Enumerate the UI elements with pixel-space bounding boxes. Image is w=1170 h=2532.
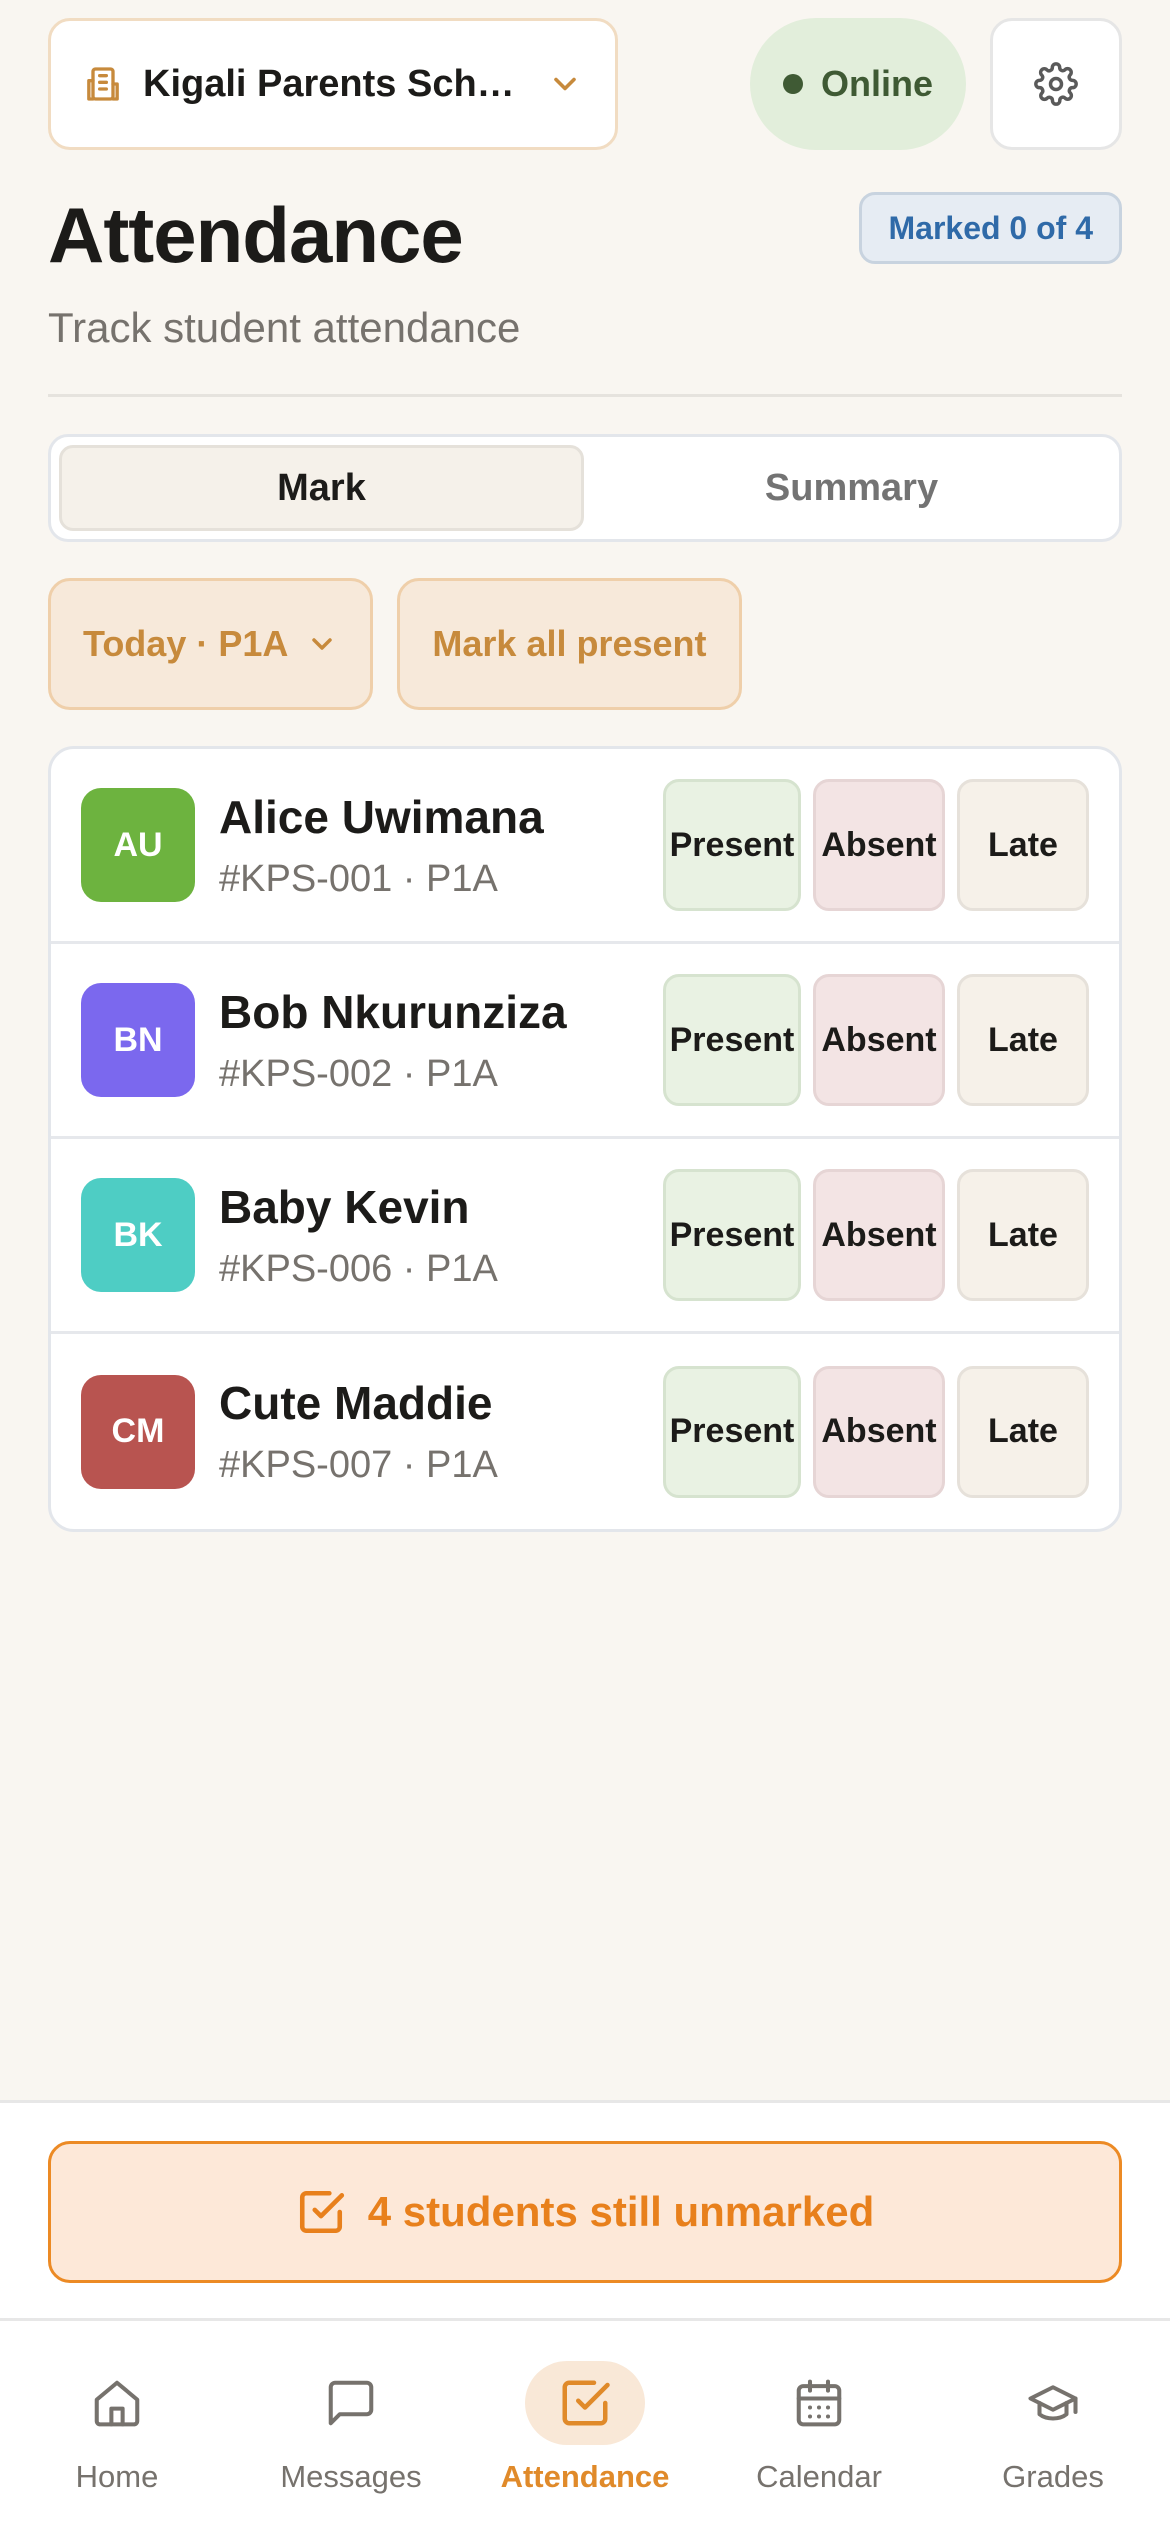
checkbox-icon: [296, 2187, 346, 2237]
school-selector[interactable]: Kigali Parents Sch…: [48, 18, 618, 150]
student-info: Bob Nkurunziza #KPS-002 · P1A: [219, 985, 663, 1096]
absent-button[interactable]: Absent: [813, 974, 945, 1106]
student-name: Cute Maddie: [219, 1377, 493, 1429]
nav-item-home[interactable]: Home: [0, 2321, 234, 2532]
nav-label: Attendance: [500, 2459, 670, 2494]
bottom-nav: Home Messages Attendance Calendar Grades: [0, 2318, 1170, 2532]
status-buttons: Present Absent Late: [663, 779, 1089, 911]
nav-item-attendance[interactable]: Attendance: [468, 2321, 702, 2532]
mark-all-present-button[interactable]: Mark all present: [397, 578, 742, 710]
student-row: BK Baby Kevin #KPS-006 · P1A Present Abs…: [51, 1139, 1119, 1334]
late-button[interactable]: Late: [957, 779, 1089, 911]
late-button[interactable]: Late: [957, 1365, 1089, 1498]
filter-row: Today · P1A Mark all present: [48, 578, 742, 710]
gear-icon: [1034, 62, 1078, 106]
nav-item-messages[interactable]: Messages: [234, 2321, 468, 2532]
mode-tabs: Mark Summary: [48, 434, 1122, 542]
home-icon: [90, 2361, 144, 2445]
page-subtitle: Track student attendance: [48, 304, 521, 351]
status-buttons: Present Absent Late: [663, 974, 1089, 1106]
date-class-selector[interactable]: Today · P1A: [48, 578, 374, 710]
unmarked-text: 4 students still unmarked: [367, 2188, 875, 2235]
student-id-class: #KPS-002 · P1A: [219, 1052, 498, 1095]
student-row: CM Cute Maddie #KPS-007 · P1A Present Ab…: [51, 1334, 1119, 1529]
online-status-badge: Online: [750, 18, 966, 150]
tab-mark[interactable]: Mark: [59, 445, 584, 531]
calendar-icon: [792, 2361, 846, 2445]
bottom-action-area: 4 students still unmarked: [0, 2100, 1170, 2318]
student-id-class: #KPS-001 · P1A: [219, 857, 498, 900]
student-id-class: #KPS-007 · P1A: [219, 1444, 498, 1486]
date-class-label: Today · P1A: [83, 623, 289, 664]
tab-summary[interactable]: Summary: [592, 445, 1111, 531]
student-name: Bob Nkurunziza: [219, 985, 567, 1038]
nav-label: Calendar: [756, 2459, 882, 2494]
present-button[interactable]: Present: [663, 1365, 801, 1498]
student-id-class: #KPS-006 · P1A: [219, 1247, 498, 1290]
nav-label: Home: [75, 2459, 159, 2494]
present-button[interactable]: Present: [663, 779, 801, 911]
nav-item-grades[interactable]: Grades: [936, 2321, 1170, 2532]
late-button[interactable]: Late: [957, 974, 1089, 1106]
nav-label: Messages: [280, 2459, 422, 2494]
settings-button[interactable]: [990, 18, 1122, 150]
student-row: AU Alice Uwimana #KPS-001 · P1A Present …: [51, 749, 1119, 944]
online-status-label: Online: [820, 63, 933, 104]
status-buttons: Present Absent Late: [663, 1365, 1089, 1498]
page-title: Attendance: [48, 191, 464, 279]
nav-item-calendar[interactable]: Calendar: [702, 2321, 936, 2532]
checkbox-icon: [525, 2361, 645, 2445]
student-name: Alice Uwimana: [219, 790, 544, 843]
late-button[interactable]: Late: [957, 1169, 1089, 1301]
avatar: CM: [81, 1374, 195, 1489]
absent-button[interactable]: Absent: [813, 1169, 945, 1301]
nav-label: Grades: [1002, 2459, 1104, 2494]
school-building-icon: [83, 64, 123, 104]
status-buttons: Present Absent Late: [663, 1169, 1089, 1301]
marked-count-badge: Marked 0 of 4: [859, 192, 1122, 264]
absent-button[interactable]: Absent: [813, 779, 945, 911]
student-info: Cute Maddie #KPS-007 · P1A: [219, 1376, 663, 1487]
school-name: Kigali Parents Sch…: [143, 62, 515, 105]
student-list: AU Alice Uwimana #KPS-001 · P1A Present …: [48, 746, 1122, 1532]
present-button[interactable]: Present: [663, 1169, 801, 1301]
chevron-down-icon: [547, 66, 583, 102]
student-name: Baby Kevin: [219, 1180, 470, 1233]
avatar: BN: [81, 983, 195, 1097]
avatar: AU: [81, 788, 195, 902]
online-dot-icon: [782, 74, 803, 94]
unmarked-students-button[interactable]: 4 students still unmarked: [48, 2141, 1122, 2283]
student-info: Alice Uwimana #KPS-001 · P1A: [219, 790, 663, 901]
avatar: BK: [81, 1178, 195, 1292]
message-icon: [324, 2361, 378, 2445]
present-button[interactable]: Present: [663, 974, 801, 1106]
student-row: BN Bob Nkurunziza #KPS-002 · P1A Present…: [51, 944, 1119, 1139]
top-bar: Kigali Parents Sch… Online: [48, 18, 1122, 150]
graduation-cap-icon: [1026, 2361, 1080, 2445]
absent-button[interactable]: Absent: [813, 1365, 945, 1498]
chevron-down-icon: [306, 628, 338, 660]
student-info: Baby Kevin #KPS-006 · P1A: [219, 1180, 663, 1291]
divider: [48, 394, 1122, 397]
